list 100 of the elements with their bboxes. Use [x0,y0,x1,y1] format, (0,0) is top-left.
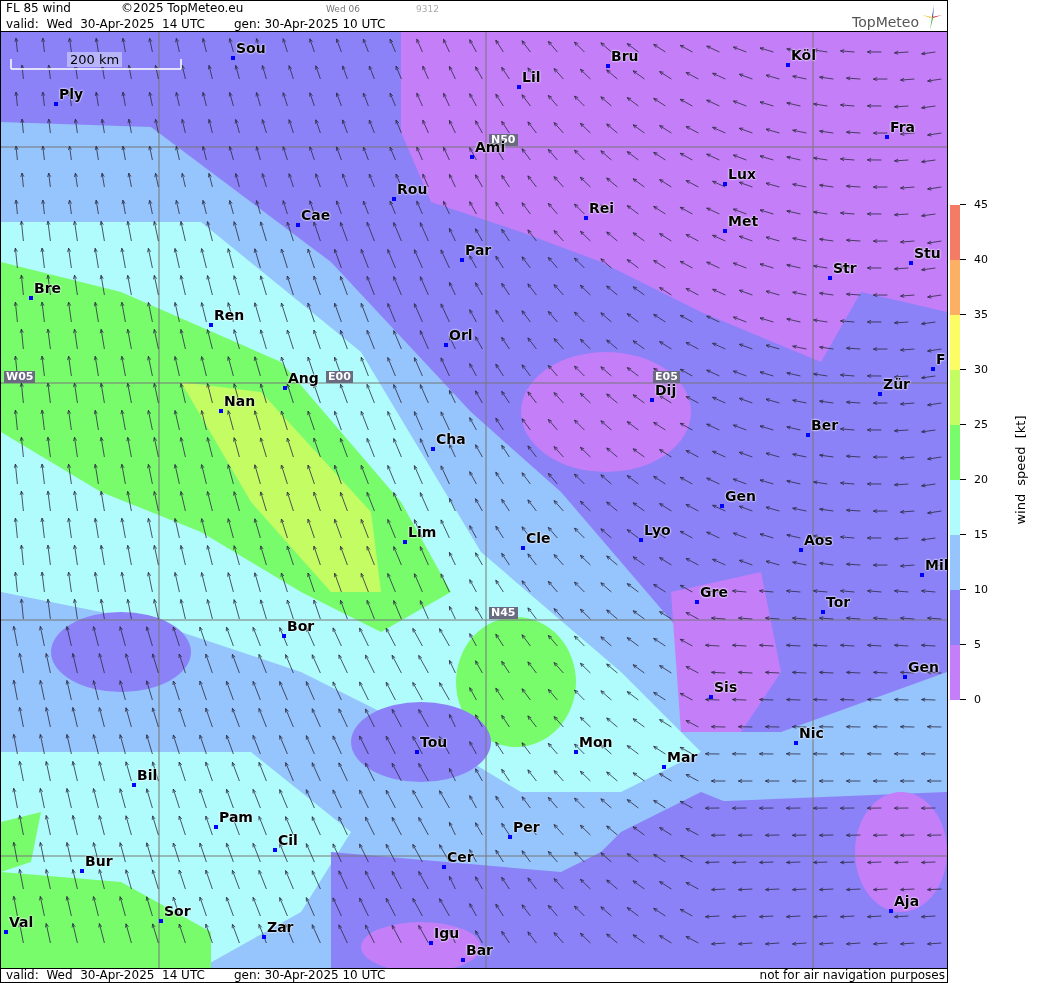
city-marker [273,848,277,852]
city-label: Cae [301,208,331,223]
disclaimer-text: not for air navigation purposes [759,969,946,982]
city-marker [799,548,803,552]
city-label: Bar [466,943,494,958]
city-label: F [936,352,946,367]
scale-tick-label: 35 [960,307,988,322]
scale-tick-label: 45 [960,197,988,212]
city-marker [786,63,790,67]
city-marker [650,398,654,402]
logo-text: TopMeteo [852,15,919,30]
city-label: Orl [449,328,473,343]
city-marker [508,835,512,839]
city-label: Nan [224,394,256,409]
city-marker [889,909,893,913]
city-marker [460,258,464,262]
city-marker [415,750,419,754]
scale-tick-label: 20 [960,472,988,487]
city-marker [392,197,396,201]
city-marker [909,261,913,265]
city-label: Par [465,243,492,258]
scale-tick-label: 0 [960,692,988,707]
city-marker [429,941,433,945]
day-text: Wed 06 [326,3,361,16]
city-marker [521,546,525,550]
city-marker [709,695,713,699]
city-label: Val [9,915,34,930]
city-label: Lux [728,167,756,182]
city-marker [662,765,666,769]
generated-time: gen: 30-Apr-2025 10 UTC [234,17,387,32]
city-label: Mil [925,558,947,573]
city-label: Bur [85,854,113,869]
city-marker [931,367,935,371]
city-label: Met [728,214,759,229]
scale-tick-label: 30 [960,362,988,377]
city-marker [885,135,889,139]
city-marker [723,229,727,233]
city-marker [720,504,724,508]
copyright-text: ©2025 TopMeteo.eu [121,1,245,16]
city-label: Lyo [644,523,671,538]
legend-title: wind speed [kt] [1012,415,1028,525]
city-marker [219,409,223,413]
valid-time: valid: Wed 30-Apr-2025 14 UTC [6,17,206,32]
city-marker [231,56,235,60]
city-label: Gen [908,660,939,675]
city-label: Mar [667,750,698,765]
city-marker [639,538,643,542]
city-marker [159,919,163,923]
city-label: Ply [59,87,84,102]
city-label: Mon [579,735,613,750]
city-label: Bru [611,49,639,64]
city-marker [828,276,832,280]
city-label: Gen [725,489,756,504]
city-marker [920,573,924,577]
city-label: Stu [914,246,941,261]
city-label: Fra [890,120,916,135]
city-label: Bil [137,768,158,783]
city-marker [442,865,446,869]
city-marker [209,323,213,327]
city-label: Bre [34,281,62,296]
city-label: Zür [883,377,911,392]
city-marker [296,223,300,227]
city-marker [584,216,588,220]
city-marker [794,741,798,745]
city-label: Cer [447,850,474,865]
city-label: Aja [894,894,920,909]
city-marker [723,182,727,186]
city-label: Rei [589,201,615,216]
grid-label: E05 [653,371,680,383]
generated-time: gen: 30-Apr-2025 10 UTC [234,969,387,982]
scale-tick-label: 40 [960,252,988,267]
city-marker [282,634,286,638]
city-marker [606,64,610,68]
city-label: Rou [397,182,428,197]
city-label: Sis [714,680,738,695]
scale-tick-label: 10 [960,582,988,597]
map-title: FL 85 wind [6,1,72,16]
scale-tick-label: 5 [960,637,988,652]
city-label: Per [513,820,540,835]
city-marker [903,675,907,679]
city-label: Igu [434,926,460,941]
city-marker [695,600,699,604]
city-label: Dij [655,383,677,398]
grid-label: W05 [4,371,36,383]
city-marker [821,610,825,614]
city-marker [878,392,882,396]
city-marker [806,433,810,437]
grid-label: E00 [326,371,353,383]
city-marker [461,958,465,962]
city-label: Str [833,261,857,276]
city-label: Tor [826,595,851,610]
city-marker [574,750,578,754]
city-marker [214,825,218,829]
city-marker [431,447,435,451]
grid-label: N45 [489,607,518,619]
city-label: Cil [278,833,298,848]
city-marker [444,343,448,347]
city-marker [517,85,521,89]
city-label: Nic [799,726,824,741]
scale-tick-label: 15 [960,527,988,542]
